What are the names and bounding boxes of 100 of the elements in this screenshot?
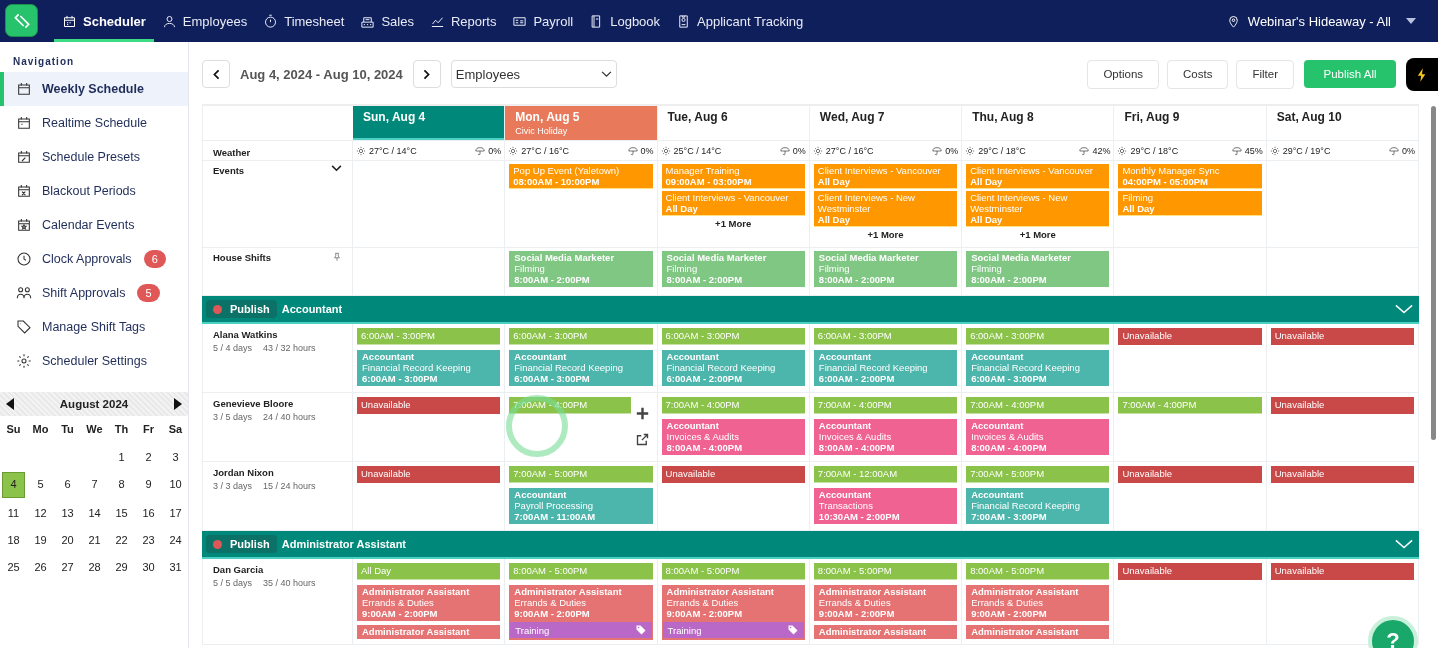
unavailable-bar[interactable]: Unavailable xyxy=(661,466,805,483)
schedule-cell[interactable]: 8:00AM - 5:00PM Administrator Assistant Errands & Duties 9:00AM - 2:00PM Training xyxy=(657,559,810,644)
calendar-day[interactable]: 27 xyxy=(56,554,79,579)
sidebar-item[interactable]: Blackout Periods xyxy=(0,174,188,208)
shift-block[interactable]: Administrator Assistant Errands & Duties 9:00AM - 2:00PM xyxy=(813,585,958,621)
scrollbar[interactable] xyxy=(1431,106,1436,440)
schedule-cell[interactable]: 7:00AM - 4:00PM Accountant Invoices & Audits 8:00AM - 4:00PM xyxy=(657,393,810,461)
calendar-day[interactable]: 14 xyxy=(83,500,106,525)
chevron-down-icon[interactable] xyxy=(331,165,342,172)
schedule-cell[interactable]: 7:00AM - 12:00AM Accountant Transactions 10:30AM - 2:00PM xyxy=(809,462,963,530)
more-events-link[interactable]: +1 More xyxy=(965,229,1111,240)
unavailable-bar[interactable]: Unavailable xyxy=(1270,563,1414,580)
schedule-cell[interactable]: 8:00AM - 5:00PM Administrator Assistant Errands & Duties 9:00AM - 2:00PM Administrator Assistant xyxy=(809,559,963,644)
calendar-day[interactable]: 18 xyxy=(2,527,25,552)
shift-block[interactable]: Accountant Invoices & Audits 8:00AM - 4:00PM xyxy=(813,419,958,455)
day-header[interactable]: Sat, Aug 10 xyxy=(1266,106,1419,140)
calendar-day[interactable]: 8 xyxy=(110,471,133,496)
unavailable-bar[interactable]: Unavailable xyxy=(1270,328,1414,345)
schedule-cell[interactable]: Unavailable xyxy=(353,393,506,461)
calendar-day[interactable]: 21 xyxy=(83,527,106,552)
nav-tab[interactable]: Employees xyxy=(153,0,256,42)
previous-week-button[interactable] xyxy=(202,60,230,88)
calendar-day[interactable]: 12 xyxy=(29,500,52,525)
calendar-day[interactable]: 19 xyxy=(29,527,52,552)
schedule-cell[interactable]: All Day Administrator Assistant Errands & Duties 9:00AM - 2:00PM Administrator Assistant xyxy=(353,559,506,644)
schedule-cell[interactable]: 8:00AM - 5:00PM Administrator Assistant Errands & Duties 9:00AM - 2:00PM Administrator Assistant xyxy=(962,559,1115,644)
schedule-cell[interactable]: Unavailable xyxy=(1114,324,1267,392)
schedule-cell[interactable]: 6:00AM - 3:00PM Accountant Financial Record Keeping 6:00AM - 2:00PM xyxy=(809,324,963,392)
calendar-day[interactable]: 24 xyxy=(164,527,187,552)
calendar-day[interactable]: 3 xyxy=(164,444,187,469)
shift-block[interactable]: Administrator Assistant Errands & Duties 9:00AM - 2:00PM xyxy=(966,585,1110,621)
shift-block[interactable]: Accountant Payroll Processing 7:00AM - 11:00AM xyxy=(509,488,653,524)
add-icon[interactable] xyxy=(636,407,650,420)
toolbar-button[interactable]: Costs xyxy=(1167,59,1229,89)
calendar-day[interactable]: 28 xyxy=(83,554,106,579)
unavailable-bar[interactable]: Unavailable xyxy=(357,466,501,483)
calendar-day[interactable]: 7 xyxy=(83,471,106,496)
calendar-day[interactable]: 4 xyxy=(2,471,25,498)
calendar-day[interactable]: 22 xyxy=(110,527,133,552)
previous-month-icon[interactable] xyxy=(6,398,14,410)
schedule-cell[interactable]: 7:00AM - 4:00PM Accountant Invoices & Audits 8:00AM - 4:00PM xyxy=(962,393,1115,461)
share-icon[interactable] xyxy=(635,432,651,447)
schedule-cell[interactable]: Unavailable xyxy=(1114,462,1267,530)
shift-block[interactable]: Accountant Transactions 10:30AM - 2:00PM xyxy=(813,488,958,524)
unavailable-bar[interactable]: Unavailable xyxy=(1118,466,1262,483)
sidebar-item[interactable]: Clock Approvals 6 xyxy=(0,242,188,276)
nav-tab[interactable]: Logbook xyxy=(581,0,669,42)
schedule-cell[interactable]: Unavailable xyxy=(353,462,506,530)
shift-block[interactable]: Accountant Financial Record Keeping 6:00AM - 2:00PM xyxy=(813,350,958,386)
sidebar-item[interactable]: Manage Shift Tags xyxy=(0,310,188,344)
shift-block[interactable]: Accountant Invoices & Audits 8:00AM - 4:00PM xyxy=(661,419,805,455)
nav-tab[interactable]: Payroll xyxy=(504,0,582,42)
help-button[interactable]: ? xyxy=(1368,616,1418,648)
day-header[interactable]: Mon, Aug 5 Civic Holiday xyxy=(505,106,658,140)
calendar-day[interactable]: 15 xyxy=(110,500,133,525)
more-events-link[interactable]: +1 More xyxy=(660,218,806,229)
schedule-cell[interactable]: 6:00AM - 3:00PM Accountant Financial Record Keeping 6:00AM - 3:00PM xyxy=(505,324,658,392)
unavailable-bar[interactable]: Unavailable xyxy=(1118,328,1262,345)
shift-block[interactable]: Accountant Financial Record Keeping 7:00AM - 3:00PM xyxy=(966,488,1110,524)
publish-button[interactable]: Publish xyxy=(206,300,277,318)
calendar-day[interactable]: 31 xyxy=(164,554,187,579)
calendar-day[interactable]: 25 xyxy=(2,554,25,579)
sidebar-item[interactable]: Shift Approvals 5 xyxy=(0,276,188,310)
day-header[interactable]: Fri, Aug 9 xyxy=(1114,106,1267,140)
schedule-cell[interactable]: 6:00AM - 3:00PM Accountant Financial Record Keeping 6:00AM - 2:00PM xyxy=(657,324,810,392)
schedule-cell[interactable]: Unavailable xyxy=(1114,559,1267,644)
unavailable-bar[interactable]: Unavailable xyxy=(357,397,501,414)
day-header[interactable]: Wed, Aug 7 xyxy=(809,106,963,140)
calendar-day[interactable]: 23 xyxy=(137,527,160,552)
calendar-day[interactable]: 29 xyxy=(110,554,133,579)
calendar-day[interactable]: 11 xyxy=(2,500,25,525)
more-events-link[interactable]: +1 More xyxy=(812,229,959,240)
calendar-day[interactable]: 16 xyxy=(137,500,160,525)
schedule-cell[interactable]: Unavailable xyxy=(1266,393,1419,461)
shift-block[interactable]: Accountant Financial Record Keeping 6:00AM - 3:00PM xyxy=(966,350,1110,386)
calendar-day[interactable]: 20 xyxy=(56,527,79,552)
shift-block[interactable]: Accountant Financial Record Keeping 6:00AM - 2:00PM xyxy=(661,350,805,386)
calendar-day[interactable]: 6 xyxy=(56,471,79,496)
calendar-day[interactable]: 9 xyxy=(137,471,160,496)
schedule-cell[interactable]: 6:00AM - 3:00PM Accountant Financial Record Keeping 6:00AM - 3:00PM xyxy=(962,324,1115,392)
app-logo-icon[interactable] xyxy=(5,4,38,37)
toolbar-button[interactable]: Filter xyxy=(1236,59,1294,89)
next-month-icon[interactable] xyxy=(174,398,182,410)
sidebar-item[interactable]: Realtime Schedule xyxy=(0,106,188,140)
shift-block[interactable]: Accountant Financial Record Keeping 6:00AM - 3:00PM xyxy=(357,350,501,386)
schedule-cell[interactable]: Unavailable xyxy=(1266,324,1419,392)
calendar-day[interactable]: 5 xyxy=(29,471,52,496)
unavailable-bar[interactable]: Unavailable xyxy=(1118,563,1262,580)
shift-block[interactable]: Administrator Assistant Errands & Duties 9:00AM - 2:00PM xyxy=(357,585,501,621)
unavailable-bar[interactable]: Unavailable xyxy=(1270,397,1414,414)
day-header[interactable]: Tue, Aug 6 xyxy=(657,106,810,140)
nav-tab[interactable]: Sales xyxy=(352,0,422,42)
calendar-day[interactable]: 13 xyxy=(56,500,79,525)
unavailable-bar[interactable]: Unavailable xyxy=(1270,466,1414,483)
calendar-day[interactable]: 30 xyxy=(137,554,160,579)
sidebar-item[interactable]: Weekly Schedule xyxy=(0,72,188,106)
nav-tab[interactable]: Reports xyxy=(421,0,505,42)
pin-icon[interactable] xyxy=(332,252,342,262)
nav-tab[interactable]: Timesheet xyxy=(255,0,353,42)
schedule-cell[interactable]: 7:00AM - 5:00PM Accountant Financial Record Keeping 7:00AM - 3:00PM xyxy=(962,462,1115,530)
